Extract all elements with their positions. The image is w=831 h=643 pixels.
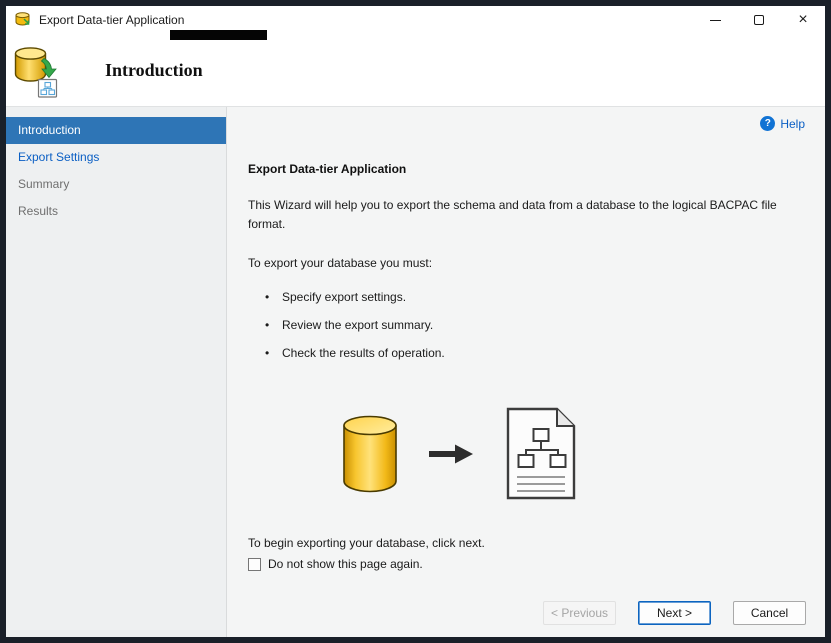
wizard-body: Introduction Export Settings Summary Res… bbox=[6, 107, 825, 637]
sidebar-item-export-settings[interactable]: Export Settings bbox=[6, 144, 226, 171]
export-database-to-file-icon bbox=[14, 46, 58, 98]
list-item: Specify export settings. bbox=[265, 290, 805, 304]
previous-button[interactable]: < Previous bbox=[543, 601, 616, 625]
minimize-icon bbox=[709, 19, 721, 21]
sidebar-item-summary: Summary bbox=[18, 177, 70, 191]
window-title: Export Data-tier Application bbox=[39, 13, 185, 27]
list-item: Check the results of operation. bbox=[265, 346, 805, 360]
help-icon: ? bbox=[760, 116, 776, 131]
requirements-list: Specify export settings. Review the expo… bbox=[265, 290, 805, 360]
title-bar: Export Data-tier Application × bbox=[6, 6, 825, 34]
dark-strip-artifact bbox=[170, 30, 267, 40]
bacpac-document-icon bbox=[505, 406, 577, 506]
intro-paragraph: This Wizard will help you to export the … bbox=[248, 198, 777, 232]
wizard-button-bar: < Previous Next > Cancel bbox=[543, 601, 806, 625]
maximize-button[interactable] bbox=[737, 6, 781, 34]
window-controls: × bbox=[693, 6, 825, 34]
maximize-icon bbox=[754, 15, 764, 25]
wizard-steps-sidebar: Introduction Export Settings Summary Res… bbox=[6, 107, 227, 637]
requirements-label: To export your database you must: bbox=[248, 256, 433, 271]
export-illustration bbox=[342, 406, 577, 506]
begin-export-hint: To begin exporting your database, click … bbox=[248, 536, 485, 551]
wizard-content: ? Help Export Data-tier Application This… bbox=[227, 107, 825, 637]
minimize-button[interactable] bbox=[693, 6, 737, 34]
database-cylinder-icon bbox=[342, 415, 398, 498]
page-title: Introduction bbox=[105, 59, 203, 80]
sidebar-item-results: Results bbox=[18, 204, 59, 218]
list-item: Review the export summary. bbox=[265, 318, 805, 332]
close-button[interactable]: × bbox=[781, 6, 825, 34]
export-dac-wizard-window: Export Data-tier Application × Introduct… bbox=[0, 0, 831, 643]
dont-show-again-label: Do not show this page again. bbox=[268, 557, 423, 572]
wizard-header: Introduction bbox=[6, 34, 825, 107]
content-heading: Export Data-tier Application bbox=[248, 162, 407, 176]
next-button[interactable]: Next > bbox=[638, 601, 711, 625]
right-arrow-icon bbox=[429, 441, 474, 472]
cancel-button[interactable]: Cancel bbox=[733, 601, 806, 625]
help-link[interactable]: ? Help bbox=[760, 116, 805, 131]
help-label: Help bbox=[780, 116, 805, 131]
dont-show-again-checkbox[interactable] bbox=[248, 557, 261, 571]
app-database-export-icon bbox=[15, 12, 31, 28]
close-icon: × bbox=[798, 11, 808, 28]
sidebar-item-introduction[interactable]: Introduction bbox=[6, 117, 226, 144]
dont-show-again-row: Do not show this page again. bbox=[248, 557, 805, 571]
